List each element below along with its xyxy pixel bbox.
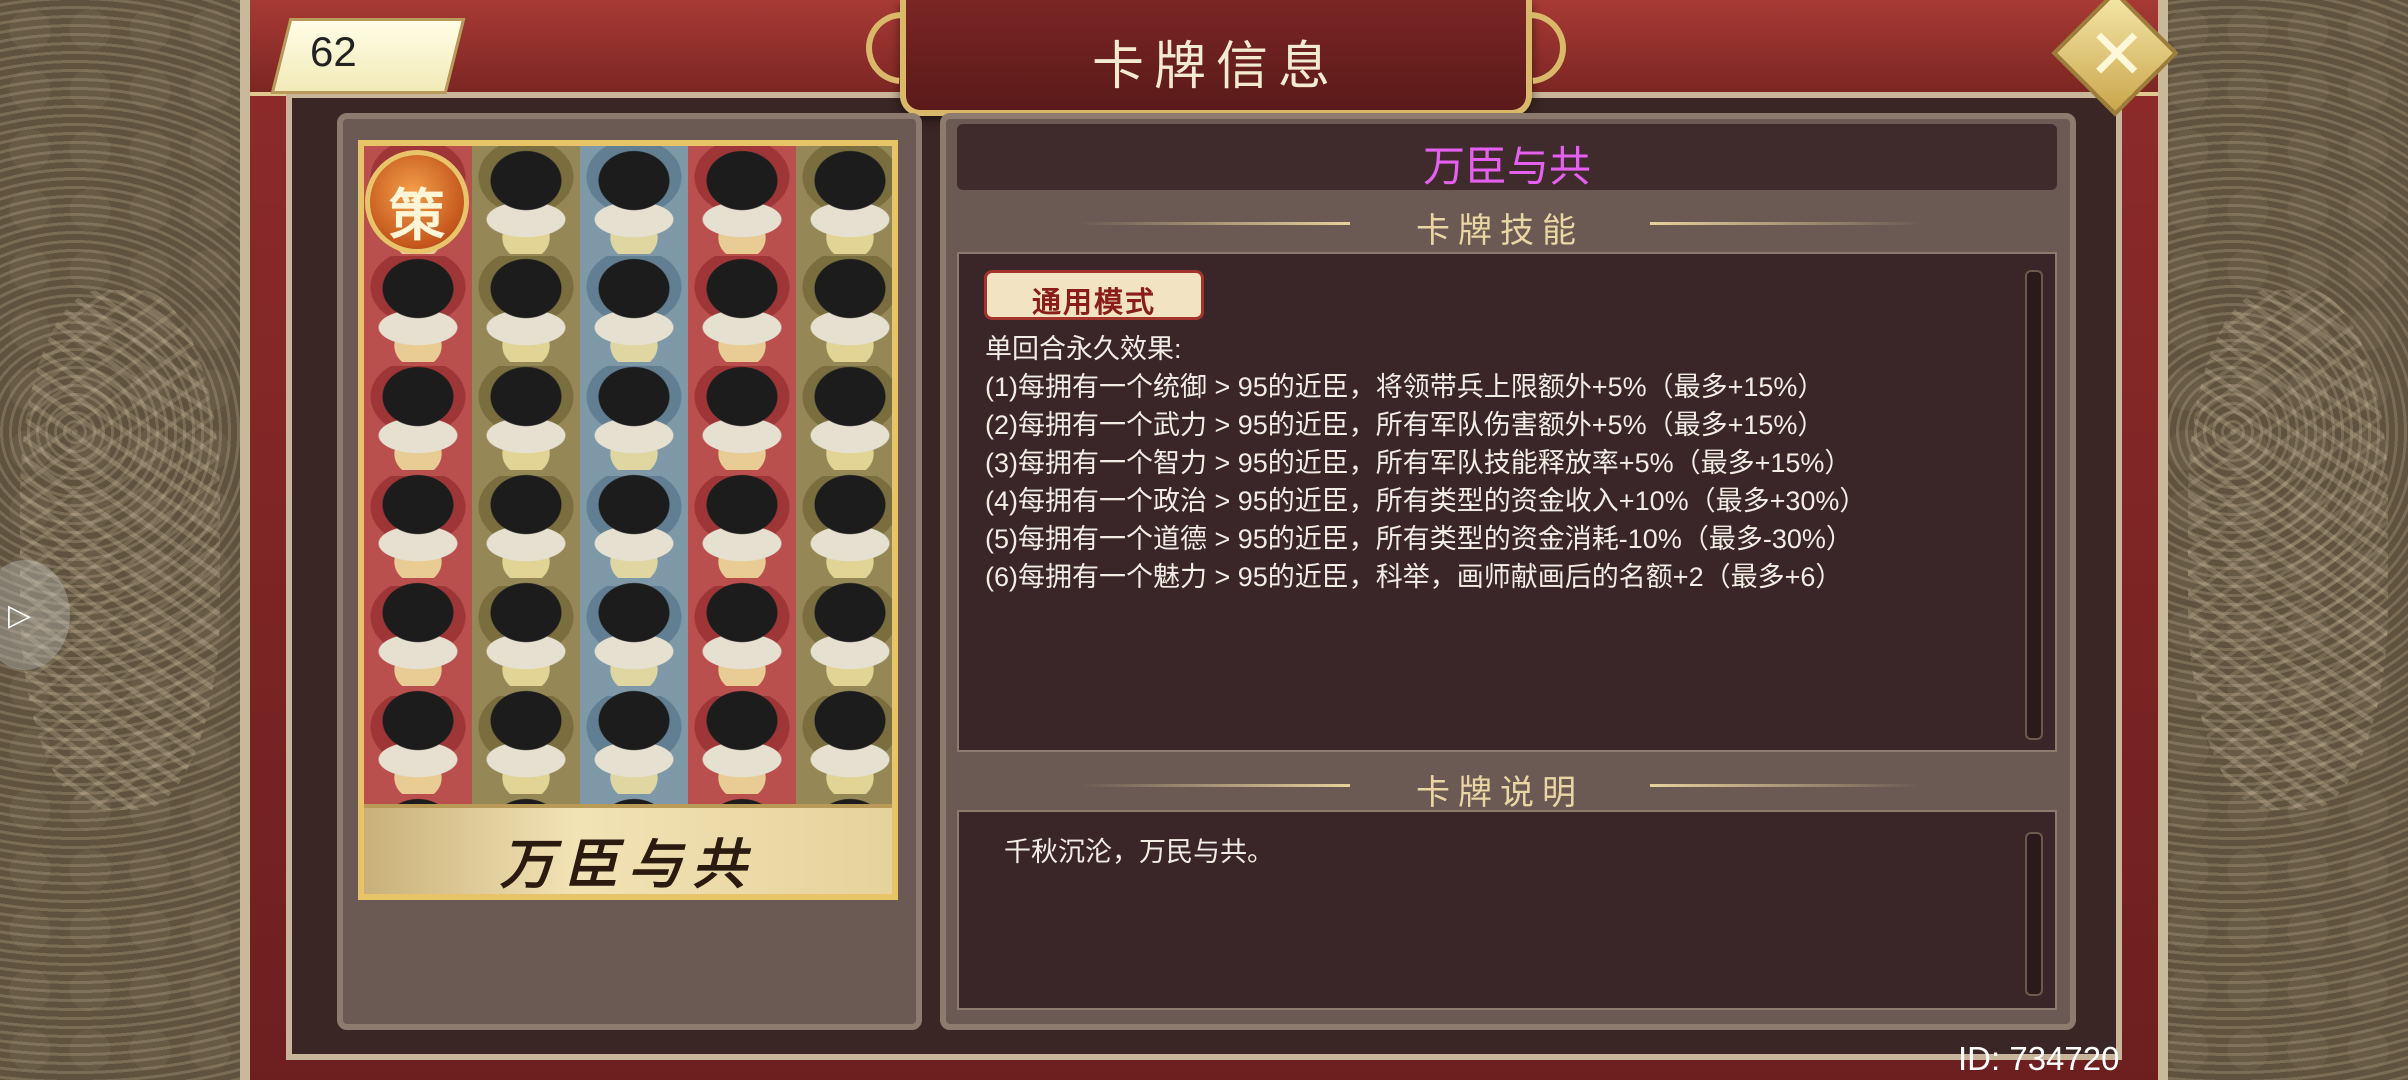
desc-heading-label: 卡牌说明 — [1416, 773, 1584, 813]
skill-scrollbar[interactable] — [2025, 270, 2043, 740]
card-artwork-heads — [364, 146, 892, 894]
desc-scrollbar[interactable] — [2025, 832, 2043, 996]
skill-heading-label: 卡牌技能 — [1416, 211, 1584, 251]
title-plate: 卡牌信息 — [851, 0, 1581, 116]
skill-description: 单回合永久效果: (1)每拥有一个统御 > 95的近臣，将领带兵上限额外+5%（… — [985, 330, 2015, 596]
card-type-badge: 策 — [365, 150, 469, 254]
arrow-icon: ▷ — [8, 599, 32, 632]
skill-line: (1)每拥有一个统御 > 95的近臣，将领带兵上限额外+5%（最多+15%） — [985, 372, 1825, 402]
skill-line: (5)每拥有一个道德 > 95的近臣，所有类型的资金消耗-10%（最多-30%） — [985, 524, 1853, 554]
skill-line: (3)每拥有一个智力 > 95的近臣，所有军队技能释放率+5%（最多+15%） — [985, 448, 1852, 478]
card-type-glyph: 策 — [389, 183, 445, 249]
card-count: 62 — [310, 28, 357, 75]
close-x-icon: ✕ — [2087, 15, 2146, 94]
background-left — [0, 0, 250, 1080]
skill-line: 单回合永久效果: — [985, 334, 1182, 364]
card-title-bar: 万臣与共 — [957, 124, 2057, 190]
background-right — [2158, 0, 2408, 1080]
card-artwork: 万臣与共 — [358, 140, 898, 900]
dragon-emblem-icon — [2188, 290, 2388, 810]
mode-tag: 通用模式 — [984, 270, 1204, 320]
card-flavor-text: 千秋沉沦，万民与共。 — [1004, 837, 1274, 867]
divider-line — [1650, 784, 1920, 787]
card-art-name: 万臣与共 — [500, 832, 756, 896]
dragon-emblem-icon — [20, 290, 220, 810]
player-id: ID: 734720 — [1958, 1040, 2120, 1077]
card-title: 万臣与共 — [1422, 143, 1591, 190]
count-plate — [270, 18, 466, 94]
skill-line: (2)每拥有一个武力 > 95的近臣，所有军队伤害额外+5%（最多+15%） — [985, 410, 1825, 440]
page-title: 卡牌信息 — [1091, 37, 1340, 97]
divider-line — [1650, 222, 1920, 225]
desc-section-heading: 卡牌说明 — [1080, 765, 1920, 813]
skill-line: (6)每拥有一个魅力 > 95的近臣，科举，画师献画后的名额+2（最多+6） — [985, 562, 1843, 592]
card-name-band: 万臣与共 — [364, 804, 892, 894]
skill-line: (4)每拥有一个政治 > 95的近臣，所有类型的资金收入+10%（最多+30%） — [985, 486, 1867, 516]
skill-section-heading: 卡牌技能 — [1080, 203, 1920, 251]
mode-tag-label: 通用模式 — [1031, 287, 1156, 319]
